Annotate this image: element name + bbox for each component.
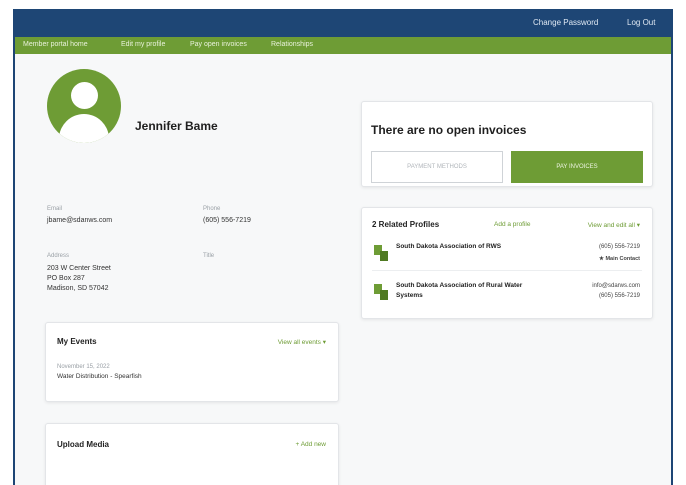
add-new-media-link[interactable]: + Add new (295, 441, 326, 448)
main-contact-badge: ★ Main Contact (599, 256, 640, 262)
nav-item-relationships[interactable]: Relationships (271, 41, 313, 48)
email-value: jbame@sdanws.com (47, 217, 113, 224)
related-profile-1-name[interactable]: South Dakota Association of RWS (396, 242, 501, 252)
log-out-link[interactable]: Log Out (627, 18, 655, 27)
my-events-title: My Events (57, 337, 97, 346)
phone-label: Phone (203, 206, 221, 212)
view-all-events-link[interactable]: View all events ▾ (278, 338, 326, 346)
upload-media-title: Upload Media (57, 440, 110, 449)
event-date: November 15, 2022 (57, 364, 110, 370)
nav-item-home[interactable]: Member portal home (23, 41, 88, 48)
address-line-3: Madison, SD 57042 (47, 285, 109, 292)
add-profile-link[interactable]: Add a profile (494, 221, 531, 228)
top-bar: Change Password Log Out (15, 9, 671, 37)
pay-invoices-button[interactable]: PAY INVOICES (511, 151, 643, 183)
change-password-link[interactable]: Change Password (533, 18, 598, 27)
app-frame: Change Password Log Out Member portal ho… (13, 9, 673, 485)
organization-icon (374, 245, 388, 261)
related-profiles-card: 2 Related Profiles Add a profile View an… (361, 207, 653, 319)
profile-name: Jennifer Bame (135, 119, 218, 133)
main-nav: Member portal home Edit my profile Pay o… (15, 37, 671, 54)
related-profile-2-email[interactable]: info@sdarws.com (592, 281, 640, 291)
invoices-title: There are no open invoices (371, 123, 527, 137)
related-profile-2-name-line-2[interactable]: Systems (396, 291, 423, 301)
related-divider (372, 270, 642, 271)
event-name[interactable]: Water Distribution - Spearfish (57, 372, 142, 382)
related-profile-2-name-line-1[interactable]: South Dakota Association of Rural Water (396, 281, 522, 291)
organization-icon (374, 284, 388, 300)
email-label: Email (47, 206, 63, 212)
avatar-icon (47, 69, 121, 143)
address-line-1: 203 W Center Street (47, 265, 111, 272)
nav-item-pay-invoices[interactable]: Pay open invoices (190, 41, 247, 48)
upload-media-card: Upload Media + Add new (45, 423, 339, 485)
address-line-2: PO Box 287 (47, 275, 85, 282)
title-label: Title (203, 253, 215, 259)
my-events-card: My Events View all events ▾ November 15,… (45, 322, 339, 402)
related-profile-2-phone: (605) 556-7219 (598, 293, 640, 299)
phone-value: (605) 556-7219 (203, 217, 251, 224)
view-edit-all-link[interactable]: View and edit all ▾ (588, 221, 640, 229)
address-label: Address (47, 253, 70, 259)
payment-methods-button[interactable]: PAYMENT METHODS (371, 151, 503, 183)
nav-item-edit-profile[interactable]: Edit my profile (121, 41, 165, 48)
related-profile-1-phone: (605) 556-7219 (598, 244, 640, 250)
related-profiles-title: 2 Related Profiles (372, 220, 440, 229)
